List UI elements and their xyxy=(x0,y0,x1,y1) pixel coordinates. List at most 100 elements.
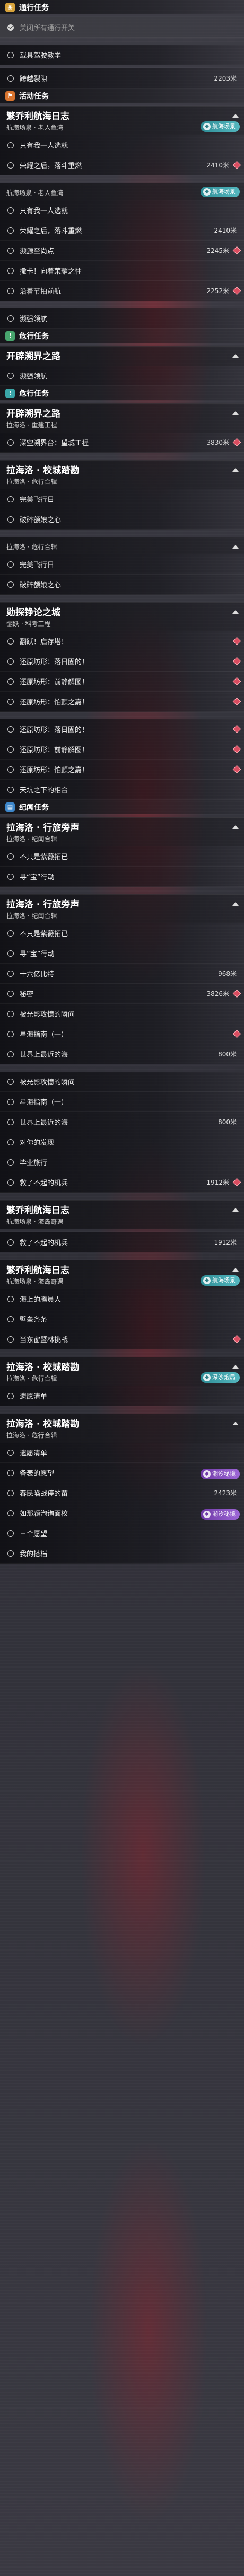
task-checkbox[interactable] xyxy=(7,930,14,937)
task-checkbox[interactable] xyxy=(7,1510,14,1516)
task-checkbox[interactable] xyxy=(7,1078,14,1085)
quest-task-row[interactable]: 秘密 3826米 xyxy=(0,984,244,1004)
category-header[interactable]: ◉ 通行任务 xyxy=(0,0,244,14)
task-checkbox[interactable] xyxy=(7,439,14,446)
quest-task-row[interactable]: 三个愿望 xyxy=(0,1523,244,1543)
task-checkbox[interactable] xyxy=(7,1098,14,1105)
quest-task-row[interactable]: 濒源至尚点 2245米 xyxy=(0,241,244,261)
task-checkbox[interactable] xyxy=(7,1179,14,1186)
quest-task-row[interactable]: 如那颖泡询面校 ◆ 潮汐秘境 xyxy=(0,1503,244,1523)
quest-task-row[interactable]: 破碎额娘之心 xyxy=(0,509,244,530)
collapse-arrow-icon[interactable] xyxy=(232,1268,239,1272)
quest-group-header[interactable]: 拉海洛 · 校城踏勘 拉海洛 · 危行合辑 xyxy=(0,460,244,489)
quest-task-row[interactable]: 濒强领航 xyxy=(0,366,244,386)
task-checkbox[interactable] xyxy=(7,990,14,997)
quest-task-row[interactable]: 天坑之下的相合 xyxy=(0,780,244,800)
task-checkbox[interactable] xyxy=(7,247,14,254)
task-checkbox[interactable] xyxy=(7,1239,14,1246)
quest-task-row[interactable]: 还原坊形：怕颤之嘉！ xyxy=(0,692,244,712)
collapse-arrow-icon[interactable] xyxy=(232,1208,239,1212)
task-checkbox[interactable] xyxy=(7,678,14,685)
quest-group-header[interactable]: 繁乔利航海日志 航海场泉 · 海岛奇遇 ◆ 航海场景 xyxy=(0,1260,244,1289)
quest-task-row[interactable]: 撒卡！向着荣耀之往 xyxy=(0,261,244,281)
task-checkbox[interactable] xyxy=(7,658,14,665)
quest-task-row[interactable]: 海上的腾員人 xyxy=(0,1289,244,1309)
quest-task-row[interactable]: 救了不起的机兵 1912米 xyxy=(0,1172,244,1193)
category-header[interactable]: ! 危行任务 xyxy=(0,329,244,343)
category-header[interactable]: ⚑ 活动任务 xyxy=(0,89,244,103)
map-marker-icon[interactable] xyxy=(232,286,241,295)
task-checkbox[interactable] xyxy=(7,142,14,148)
task-checkbox[interactable] xyxy=(7,207,14,214)
quest-task-row[interactable]: 备表的愿望 ◆ 潮汐秘境 xyxy=(0,1463,244,1483)
task-checkbox[interactable] xyxy=(7,516,14,523)
quest-task-row[interactable]: 被光影攻憶的瞬间 xyxy=(0,1004,244,1024)
task-checkbox[interactable] xyxy=(7,75,14,82)
task-checkbox[interactable] xyxy=(7,873,14,880)
quest-task-row[interactable]: 被光影攻憶的瞬间 xyxy=(0,1072,244,1092)
collapse-arrow-icon[interactable] xyxy=(232,354,239,358)
collapse-arrow-icon[interactable] xyxy=(232,902,239,906)
quest-task-row[interactable]: 还原坊形：落日固的！ xyxy=(0,651,244,672)
quest-task-row[interactable]: 只有我一人选就 xyxy=(0,135,244,155)
quest-task-row[interactable]: 不只是紫薇拓已 xyxy=(0,846,244,867)
task-checkbox[interactable] xyxy=(7,1449,14,1456)
map-marker-icon[interactable] xyxy=(232,989,241,998)
quest-task-row[interactable]: 还原坊形：落日固的！ xyxy=(0,719,244,739)
task-checkbox[interactable] xyxy=(7,561,14,568)
collapse-arrow-icon[interactable] xyxy=(232,610,239,614)
task-checkbox[interactable] xyxy=(7,1030,14,1037)
collapse-arrow-icon[interactable] xyxy=(232,1422,239,1425)
category-header[interactable]: ▤ 纪闻任务 xyxy=(0,800,244,814)
quest-task-row[interactable]: 载具驾驶教学 xyxy=(0,45,244,65)
quest-task-row[interactable]: 还原坊形：怕颤之嘉！ xyxy=(0,760,244,780)
task-checkbox[interactable] xyxy=(7,726,14,733)
task-checkbox[interactable] xyxy=(7,746,14,753)
task-checkbox[interactable] xyxy=(7,1469,14,1476)
quest-task-row[interactable]: 寻“宝”行动 xyxy=(0,943,244,964)
quest-task-row[interactable]: 遗愿清单 xyxy=(0,1386,244,1406)
quest-task-row[interactable]: 春民陷战停的苗 2423米 xyxy=(0,1483,244,1503)
task-checkbox[interactable] xyxy=(7,287,14,294)
quest-task-row[interactable]: 关闭所有通行开关 xyxy=(0,17,244,38)
task-checkbox[interactable] xyxy=(7,1118,14,1125)
quest-task-row[interactable]: 还原坊形：前静解图！ xyxy=(0,672,244,692)
quest-task-row[interactable]: 十六亿比特 968米 xyxy=(0,964,244,984)
quest-task-row[interactable]: 还原坊形：前静解图！ xyxy=(0,739,244,760)
quest-task-row[interactable]: 我的搭档 xyxy=(0,1543,244,1564)
collapse-arrow-icon[interactable] xyxy=(232,1365,239,1369)
quest-group-header[interactable]: 拉海洛 · 危行合辑 xyxy=(0,537,244,554)
task-checkbox[interactable] xyxy=(7,853,14,860)
task-checkbox[interactable] xyxy=(7,1550,14,1557)
collapse-arrow-icon[interactable] xyxy=(232,825,239,829)
task-checkbox[interactable] xyxy=(7,51,14,58)
quest-group-header[interactable]: 繁乔利航海日志 航海场泉 · 海岛奇遇 xyxy=(0,1200,244,1229)
task-checkbox[interactable] xyxy=(7,227,14,234)
task-checkbox[interactable] xyxy=(7,1530,14,1537)
map-marker-icon[interactable] xyxy=(232,161,241,170)
quest-group-header[interactable]: 开辟溯界之路 拉海洛 · 重建工程 xyxy=(0,403,244,433)
quest-task-row[interactable]: 只有我一人选就 xyxy=(0,200,244,220)
quest-task-row[interactable]: 寻“宝”行动 xyxy=(0,867,244,887)
collapse-arrow-icon[interactable] xyxy=(232,545,239,549)
map-marker-icon[interactable] xyxy=(232,438,241,447)
quest-task-row[interactable]: 完美飞行日 xyxy=(0,554,244,575)
task-checkbox[interactable] xyxy=(7,24,14,31)
quest-group-header[interactable]: 繁乔利航海日志 航海场泉 · 老人鱼湾 ◆ 航海场景 xyxy=(0,106,244,135)
quest-task-row[interactable]: 沿着节拍前航 2252米 xyxy=(0,281,244,301)
quest-task-row[interactable]: 毕业旅行 xyxy=(0,1152,244,1172)
task-checkbox[interactable] xyxy=(7,315,14,322)
quest-task-row[interactable]: 濒强领航 xyxy=(0,308,244,329)
task-checkbox[interactable] xyxy=(7,698,14,705)
task-checkbox[interactable] xyxy=(7,786,14,793)
quest-task-row[interactable]: 救了不起的机兵 1912米 xyxy=(0,1232,244,1252)
quest-task-row[interactable]: 不只是紫薇拓已 xyxy=(0,923,244,943)
quest-group-header[interactable]: 拉海洛 · 行旅旁声 拉海洛 · 纪闻合辑 xyxy=(0,817,244,846)
task-checkbox[interactable] xyxy=(7,950,14,957)
quest-task-row[interactable]: 深空溯界台：望城工程 3830米 xyxy=(0,433,244,453)
quest-task-row[interactable]: 壁垒条条 xyxy=(0,1309,244,1329)
quest-task-row[interactable]: 荣耀之后，落斗重燃 2410米 xyxy=(0,155,244,175)
collapse-arrow-icon[interactable] xyxy=(232,114,239,118)
quest-task-row[interactable]: 翻跃！启存塔！ xyxy=(0,631,244,651)
task-checkbox[interactable] xyxy=(7,372,14,379)
